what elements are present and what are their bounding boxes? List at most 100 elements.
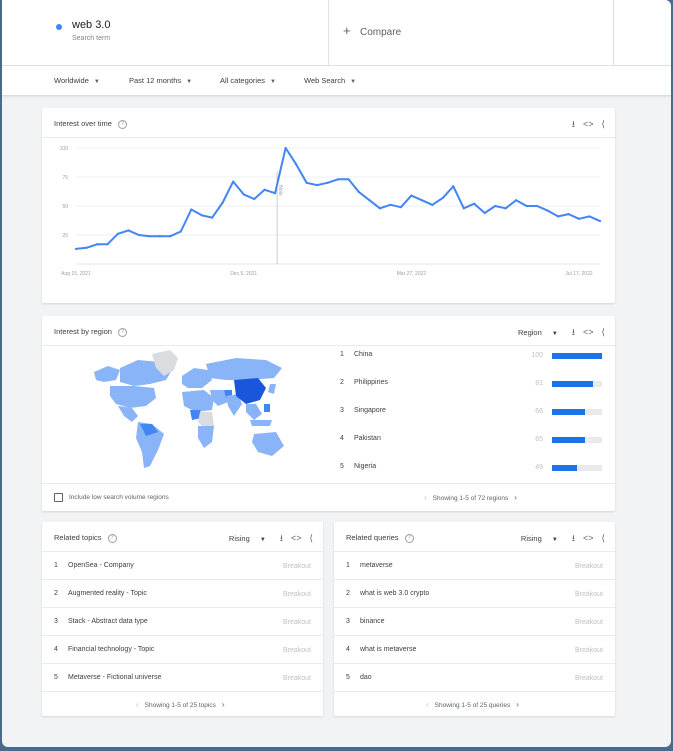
help-icon[interactable]: ? (107, 533, 117, 543)
map-region-russia[interactable] (206, 358, 282, 380)
topic-name[interactable]: OpenSea - Company (68, 562, 134, 569)
search-term[interactable]: web 3.0 (72, 19, 111, 31)
map-region-usa[interactable] (110, 386, 156, 408)
map-region-europe[interactable] (182, 368, 212, 388)
share-icon[interactable]: ⟨ (309, 533, 313, 543)
compare-button[interactable]: + Compare (329, 0, 614, 66)
data-point[interactable] (410, 194, 413, 197)
data-point[interactable] (232, 180, 235, 183)
data-point[interactable] (95, 243, 99, 246)
data-point[interactable] (347, 178, 350, 181)
map-region-indonesia[interactable] (250, 420, 272, 426)
data-point[interactable] (179, 230, 182, 233)
topic-name[interactable]: Augmented reality - Topic (68, 590, 147, 597)
data-point[interactable] (389, 203, 392, 206)
topic-row-4[interactable]: 4 Financial technology - Topic Breakout (42, 636, 323, 664)
download-icon[interactable]: ⭳ (572, 327, 575, 337)
data-point[interactable] (483, 211, 486, 215)
data-point[interactable] (221, 201, 224, 204)
topic-name[interactable]: Stack - Abstract data type (68, 618, 148, 625)
prev-page-icon[interactable]: ‹ (426, 700, 429, 709)
embed-icon[interactable]: <> (291, 533, 302, 543)
data-point[interactable] (598, 219, 602, 223)
region-name[interactable]: Nigeria (354, 463, 376, 470)
data-point[interactable] (190, 208, 193, 211)
data-point[interactable] (263, 188, 266, 191)
data-point[interactable] (546, 209, 549, 212)
data-point[interactable] (106, 243, 109, 246)
map-region-mexico[interactable] (118, 406, 138, 422)
topic-name[interactable]: Metaverse - Fictional universe (68, 674, 161, 681)
topics-rising-select[interactable]: Rising ▼ (221, 534, 266, 543)
region-row-3[interactable]: 3 Singapore 66 (340, 400, 602, 428)
query-row-4[interactable]: 4 what is metaverse Breakout (334, 636, 615, 664)
query-name[interactable]: what is metaverse (360, 646, 416, 653)
data-point[interactable] (567, 213, 570, 216)
topic-row-5[interactable]: 5 Metaverse - Fictional universe Breakout (42, 664, 323, 692)
data-point[interactable] (525, 204, 528, 208)
embed-icon[interactable]: <> (583, 533, 594, 543)
map-region-southeast-asia[interactable] (246, 404, 262, 420)
query-row-3[interactable]: 3 binance Breakout (334, 608, 615, 636)
next-page-icon[interactable]: › (514, 493, 517, 502)
map-region-australia[interactable] (252, 432, 284, 456)
data-point[interactable] (326, 181, 329, 184)
region-name[interactable]: China (354, 351, 372, 358)
data-point[interactable] (294, 163, 298, 166)
data-point[interactable] (169, 235, 172, 238)
low-volume-checkbox[interactable] (54, 493, 63, 502)
query-row-1[interactable]: 1 metaverse Breakout (334, 552, 615, 580)
data-point[interactable] (116, 232, 120, 235)
query-name[interactable]: metaverse (360, 562, 393, 569)
share-icon[interactable]: ⟨ (601, 327, 605, 337)
query-name[interactable]: dao (360, 674, 372, 681)
download-icon[interactable]: ⭳ (572, 533, 575, 543)
data-point[interactable] (305, 181, 308, 184)
data-point[interactable] (420, 199, 423, 202)
download-icon[interactable]: ⭳ (280, 533, 283, 543)
filter-search-type[interactable]: Web Search ▼ (304, 76, 356, 85)
topic-row-1[interactable]: 1 OpenSea - Company Breakout (42, 552, 323, 580)
region-select[interactable]: Region ▼ (510, 328, 558, 337)
query-row-5[interactable]: 5 dao Breakout (334, 664, 615, 692)
filter-category[interactable]: All categories ▼ (220, 76, 276, 85)
data-point[interactable] (462, 207, 465, 210)
filter-location[interactable]: Worldwide ▼ (54, 76, 100, 85)
help-icon[interactable]: ? (117, 327, 127, 337)
data-point[interactable] (158, 235, 161, 238)
data-point[interactable] (452, 185, 455, 188)
annotation-label[interactable]: Note (277, 185, 283, 196)
world-map[interactable] (86, 350, 290, 474)
next-page-icon[interactable]: › (222, 700, 225, 709)
data-point[interactable] (284, 146, 287, 150)
data-point[interactable] (137, 233, 140, 237)
map-region-alaska[interactable] (94, 366, 120, 382)
region-name[interactable]: Philippines (354, 379, 388, 386)
data-point[interactable] (494, 204, 497, 208)
embed-icon[interactable]: <> (583, 327, 594, 337)
region-row-2[interactable]: 2 Philippines 81 (340, 372, 602, 400)
queries-rising-select[interactable]: Rising ▼ (513, 534, 558, 543)
data-point[interactable] (315, 184, 319, 187)
data-point[interactable] (242, 193, 245, 196)
prev-page-icon[interactable]: ‹ (424, 493, 427, 502)
help-icon[interactable]: ? (404, 533, 414, 543)
data-point[interactable] (441, 196, 444, 199)
data-point[interactable] (336, 178, 340, 181)
data-point[interactable] (85, 246, 88, 249)
data-point[interactable] (399, 206, 402, 209)
data-point[interactable] (588, 215, 591, 218)
query-name[interactable]: binance (360, 618, 385, 625)
data-point[interactable] (200, 214, 203, 217)
data-point[interactable] (148, 235, 151, 238)
data-point[interactable] (74, 247, 78, 251)
region-row-4[interactable]: 4 Pakistan 65 (340, 428, 602, 456)
search-term-card[interactable]: web 3.0 Search term (42, 0, 329, 66)
data-point[interactable] (368, 199, 371, 202)
share-icon[interactable]: ⟨ (601, 533, 605, 543)
data-point[interactable] (515, 199, 518, 202)
map-region-southern-africa[interactable] (198, 426, 214, 448)
data-point[interactable] (357, 190, 361, 194)
data-point[interactable] (211, 216, 214, 219)
map-region-north-africa[interactable] (182, 390, 214, 412)
